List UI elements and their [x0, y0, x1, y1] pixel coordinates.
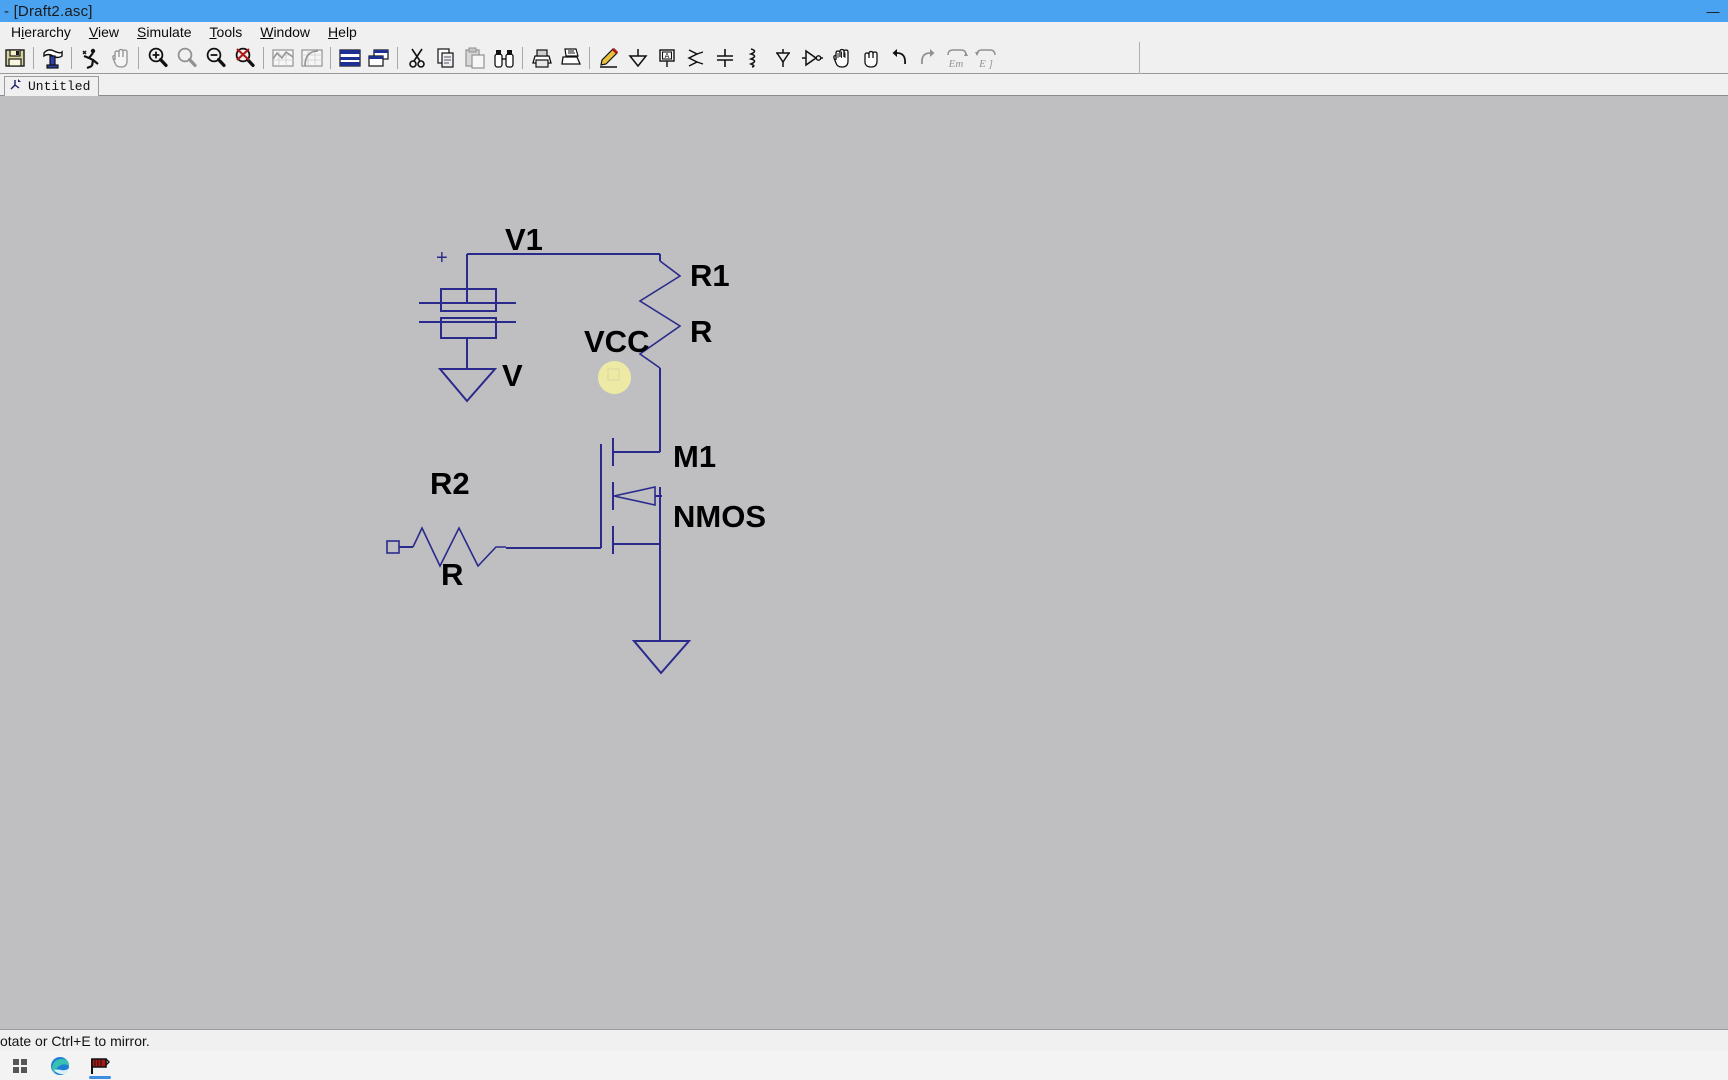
ground-symbol-m1 — [631, 640, 692, 675]
menu-view-rest: iew — [98, 24, 120, 40]
zoom-out-icon[interactable] — [201, 43, 230, 73]
window-titlebar: - [Draft2.asc] — — [0, 0, 1728, 22]
menu-hierarchy[interactable]: Hierarchy — [2, 22, 80, 42]
document-tabstrip: Untitled — [0, 74, 1728, 96]
halt-icon[interactable] — [76, 43, 105, 73]
statusbar: otate or Ctrl+E to mirror. — [0, 1029, 1728, 1051]
menubar: Hierarchy View Simulate Tools Window Hel… — [0, 22, 1728, 42]
menu-hierarchy-rest: erarchy — [24, 24, 71, 40]
waveform-view-icon[interactable] — [268, 43, 297, 73]
mirror-icon[interactable]: E ] — [971, 43, 1000, 73]
zoom-in-icon[interactable] — [143, 43, 172, 73]
cut-scissors-icon[interactable] — [402, 43, 431, 73]
start-icon[interactable] — [0, 1051, 40, 1080]
toolbar: A Em E] — [0, 41, 1728, 74]
capacitor-icon[interactable] — [710, 43, 739, 73]
menu-help[interactable]: Help — [319, 22, 366, 42]
svg-text:E ]: E ] — [978, 58, 993, 69]
label-net-vcc[interactable]: VCC — [584, 326, 649, 357]
diode-icon[interactable] — [768, 43, 797, 73]
draw-wire-pencil-icon[interactable] — [594, 43, 623, 73]
label-r2[interactable]: R2 — [430, 468, 470, 499]
toolbar-separator — [263, 46, 264, 69]
toolbar-separator — [33, 46, 34, 69]
pan-hand-icon[interactable] — [105, 43, 134, 73]
save-icon[interactable] — [0, 43, 29, 73]
taskbar — [0, 1051, 1728, 1080]
toolbar-separator — [522, 46, 523, 69]
redo-icon[interactable] — [913, 43, 942, 73]
menu-window[interactable]: Window — [251, 22, 319, 42]
undo-icon[interactable] — [884, 43, 913, 73]
find-binoculars-icon[interactable] — [489, 43, 518, 73]
battery-plate-short-1 — [440, 288, 497, 312]
label-r2-value[interactable]: R — [441, 559, 463, 590]
zoom-full-extents-icon[interactable] — [230, 43, 259, 73]
label-r1-value[interactable]: R — [690, 316, 712, 347]
menu-simulate[interactable]: Simulate — [128, 22, 200, 42]
nmos-bulk-arrow — [613, 486, 656, 506]
zoom-area-icon[interactable] — [172, 43, 201, 73]
task-active-indicator — [89, 1076, 111, 1079]
schematic-icon — [9, 77, 24, 97]
label-v1[interactable]: V1 — [505, 224, 543, 255]
paste-icon[interactable] — [460, 43, 489, 73]
menu-window-rest: indow — [273, 24, 311, 40]
print-preview-icon[interactable] — [527, 43, 556, 73]
statusbar-message: otate or Ctrl+E to mirror. — [0, 1032, 150, 1049]
window-controls: — — [1698, 0, 1728, 22]
toolbar-separator — [330, 46, 331, 69]
label-polarity-plus: + — [436, 247, 448, 269]
label-m1-model[interactable]: NMOS — [673, 501, 766, 532]
tab-untitled-label: Untitled — [28, 79, 91, 94]
edge-browser-icon[interactable] — [40, 1051, 80, 1080]
ltspice-app-icon[interactable] — [80, 1051, 120, 1080]
toolbar-separator — [589, 46, 590, 69]
menu-view[interactable]: View — [80, 22, 128, 42]
text-aa-icon[interactable] — [1000, 43, 1029, 73]
toolbar-button-group: A Em E] — [0, 41, 1140, 74]
toolbar-separator — [397, 46, 398, 69]
schematic-canvas[interactable]: + V1 V R1 R VCC M1 NMOS R2 R — [0, 96, 1728, 1029]
schematic-drawing — [386, 253, 692, 675]
resistor-icon[interactable] — [681, 43, 710, 73]
terminal-marker-r2 — [386, 540, 400, 554]
print-icon[interactable] — [556, 43, 585, 73]
minimize-button[interactable]: — — [1698, 0, 1728, 22]
cursor-highlight — [598, 361, 631, 394]
run-build-icon[interactable] — [38, 43, 67, 73]
spice-error-log-icon[interactable] — [297, 43, 326, 73]
copy-icon[interactable] — [431, 43, 460, 73]
menu-help-rest: elp — [338, 24, 357, 40]
menu-tools-rest: ools — [216, 24, 243, 40]
svg-text:Em: Em — [947, 58, 963, 69]
ground-symbol-v1 — [437, 368, 498, 403]
toolbar-separator — [138, 46, 139, 69]
rotate-icon[interactable]: Em — [942, 43, 971, 73]
component-icon[interactable] — [797, 43, 826, 73]
label-r1[interactable]: R1 — [690, 260, 730, 291]
label-v1-value[interactable]: V — [502, 360, 523, 391]
toolbar-separator — [71, 46, 72, 69]
window-title: - [Draft2.asc] — [4, 2, 93, 20]
move-hand-icon[interactable] — [826, 43, 855, 73]
drag-hand-icon[interactable] — [855, 43, 884, 73]
svg-text:A: A — [664, 53, 669, 60]
menu-tools[interactable]: Tools — [201, 22, 252, 42]
menu-simulate-rest: imulate — [146, 24, 192, 40]
tab-untitled[interactable]: Untitled — [4, 76, 100, 97]
inductor-icon[interactable] — [739, 43, 768, 73]
label-net-icon[interactable]: A — [652, 43, 681, 73]
label-m1[interactable]: M1 — [673, 441, 716, 472]
spice-directive-icon[interactable] — [1029, 43, 1058, 73]
tile-windows-icon[interactable] — [364, 43, 393, 73]
ground-icon[interactable] — [623, 43, 652, 73]
netlist-icon[interactable] — [335, 43, 364, 73]
